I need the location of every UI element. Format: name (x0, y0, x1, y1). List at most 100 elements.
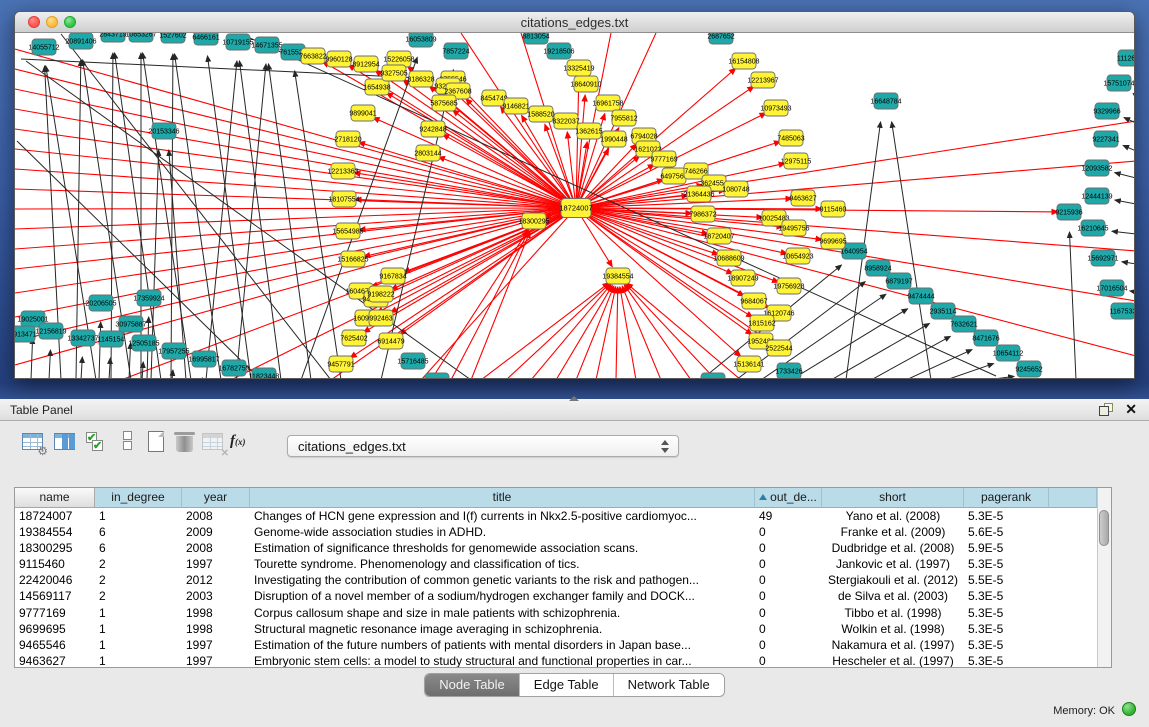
column-header-title[interactable]: title (250, 488, 755, 508)
table-row[interactable]: 969969511998Structural magnetic resonanc… (15, 621, 1097, 637)
table-cell-short[interactable]: Nakamura et al. (1997) (822, 637, 964, 653)
table-cell-short[interactable]: Jankovic et al. (1997) (822, 556, 964, 572)
table-selector-dropdown[interactable]: citations_edges.txt (287, 435, 679, 457)
table-cell-name[interactable]: 18300295 (15, 540, 95, 556)
table-cell-short[interactable]: Hescheler et al. (1997) (822, 653, 964, 667)
table-cell-pagerank[interactable]: 5.5E-5 (964, 572, 1049, 588)
table-cell-pagerank[interactable]: 5.3E-5 (964, 556, 1049, 572)
table-row[interactable]: 977716911998Corpus callosum shape and si… (15, 605, 1097, 621)
table-row[interactable]: 1938455462009Genome-wide association stu… (15, 524, 1097, 540)
table-cell-pagerank[interactable]: 5.9E-5 (964, 540, 1049, 556)
network-canvas[interactable]: 1405571220891406284371910653267152760264… (15, 33, 1134, 378)
table-cell-year[interactable]: 1998 (182, 605, 250, 621)
table-cell-short[interactable]: de Silva et al. (2003) (822, 588, 964, 604)
table-cell-pagerank[interactable]: 5.3E-5 (964, 588, 1049, 604)
table-cell-in-degree[interactable]: 2 (95, 556, 182, 572)
float-window-icon[interactable] (1099, 403, 1113, 416)
table-cell-year[interactable]: 2012 (182, 572, 250, 588)
table-cell-name[interactable]: 9115460 (15, 556, 95, 572)
column-header-in-degree[interactable]: in_degree (95, 488, 182, 508)
table-cell-title[interactable]: Changes of HCN gene expression and I(f) … (250, 508, 755, 524)
table-cell-name[interactable]: 19384554 (15, 524, 95, 540)
table-cell-year[interactable]: 1998 (182, 621, 250, 637)
table-cell-title[interactable]: Structural magnetic resonance image aver… (250, 621, 755, 637)
table-cell-in-degree[interactable]: 1 (95, 653, 182, 667)
table-cell-title[interactable]: Genome-wide association studies in ADHD. (250, 524, 755, 540)
column-header-out-de-[interactable]: out_de... (755, 488, 822, 508)
table-row[interactable]: 2242004622012Investigating the contribut… (15, 572, 1097, 588)
table-cell-out-de-[interactable]: 0 (755, 556, 822, 572)
table-cell-title[interactable]: Corpus callosum shape and size in male p… (250, 605, 755, 621)
table-row[interactable]: 1456911722003Disruption of a novel membe… (15, 588, 1097, 604)
table-row[interactable]: 911546021997Tourette syndrome. Phenomeno… (15, 556, 1097, 572)
table-cell-short[interactable]: Wolkin et al. (1998) (822, 621, 964, 637)
table-cell-pagerank[interactable]: 5.3E-5 (964, 621, 1049, 637)
table-cell-out-de-[interactable]: 49 (755, 508, 822, 524)
table-cell-year[interactable]: 2008 (182, 540, 250, 556)
tab-node-table[interactable]: Node Table (425, 674, 520, 696)
table-cell-title[interactable]: Investigating the contribution of common… (250, 572, 755, 588)
table-cell-title[interactable]: Embryonic stem cells: a model to study s… (250, 653, 755, 667)
table-cell-title[interactable]: Estimation of significance thresholds fo… (250, 540, 755, 556)
table-cell-year[interactable]: 1997 (182, 556, 250, 572)
table-cell-in-degree[interactable]: 6 (95, 540, 182, 556)
table-cell-short[interactable]: Tibbo et al. (1998) (822, 605, 964, 621)
row-stack-icon[interactable] (116, 429, 142, 455)
table-cell-in-degree[interactable]: 2 (95, 588, 182, 604)
delete-icon[interactable] (172, 429, 198, 455)
table-cell-out-de-[interactable]: 0 (755, 605, 822, 621)
vertical-scrollbar[interactable] (1097, 488, 1111, 667)
table-cell-year[interactable]: 2008 (182, 508, 250, 524)
close-panel-icon[interactable]: ✕ (1125, 401, 1137, 418)
show-columns-icon[interactable] (52, 429, 78, 455)
table-row[interactable]: 1872400712008Changes of HCN gene express… (15, 508, 1097, 524)
table-cell-short[interactable]: Franke et al. (2009) (822, 524, 964, 540)
table-cell-in-degree[interactable]: 2 (95, 572, 182, 588)
column-header-year[interactable]: year (182, 488, 250, 508)
table-cell-name[interactable]: 9465546 (15, 637, 95, 653)
table-cell-pagerank[interactable]: 5.3E-5 (964, 605, 1049, 621)
table-cell-name[interactable]: 9777169 (15, 605, 95, 621)
table-cell-name[interactable]: 22420046 (15, 572, 95, 588)
table-cell-in-degree[interactable]: 1 (95, 621, 182, 637)
table-cell-in-degree[interactable]: 1 (95, 605, 182, 621)
graph-node[interactable] (425, 373, 449, 378)
table-cell-short[interactable]: Stergiakouli et al. (2012) (822, 572, 964, 588)
graph-node[interactable] (701, 373, 725, 378)
memory-status-indicator[interactable] (1122, 702, 1136, 716)
table-cell-name[interactable]: 14569117 (15, 588, 95, 604)
table-cell-year[interactable]: 2009 (182, 524, 250, 540)
table-cell-pagerank[interactable]: 5.6E-5 (964, 524, 1049, 540)
table-cell-pagerank[interactable]: 5.3E-5 (964, 653, 1049, 667)
tab-network-table[interactable]: Network Table (614, 674, 724, 696)
table-cell-out-de-[interactable]: 0 (755, 637, 822, 653)
table-row[interactable]: 946554611997Estimation of the future num… (15, 637, 1097, 653)
table-row[interactable]: 1830029562008Estimation of significance … (15, 540, 1097, 556)
table-cell-out-de-[interactable]: 0 (755, 524, 822, 540)
table-cell-in-degree[interactable]: 1 (95, 637, 182, 653)
table-cell-out-de-[interactable]: 0 (755, 621, 822, 637)
select-all-rows-icon[interactable]: ✔ ✔ (84, 429, 110, 455)
table-cell-short[interactable]: Dudbridge et al. (2008) (822, 540, 964, 556)
table-cell-pagerank[interactable]: 5.3E-5 (964, 508, 1049, 524)
table-cell-in-degree[interactable]: 6 (95, 524, 182, 540)
new-file-icon[interactable] (144, 429, 170, 455)
column-header-short[interactable]: short (822, 488, 964, 508)
table-cell-out-de-[interactable]: 0 (755, 540, 822, 556)
column-header-name[interactable]: name (15, 488, 95, 508)
table-cell-out-de-[interactable]: 0 (755, 572, 822, 588)
table-cell-pagerank[interactable]: 5.3E-5 (964, 637, 1049, 653)
table-cell-name[interactable]: 18724007 (15, 508, 95, 524)
table-cell-year[interactable]: 2003 (182, 588, 250, 604)
table-cell-year[interactable]: 1997 (182, 637, 250, 653)
table-cell-year[interactable]: 1997 (182, 653, 250, 667)
table-cell-out-de-[interactable]: 0 (755, 588, 822, 604)
table-settings-icon[interactable]: ⚙ (20, 429, 46, 455)
table-cell-in-degree[interactable]: 1 (95, 508, 182, 524)
table-cell-title[interactable]: Estimation of the future numbers of pati… (250, 637, 755, 653)
table-cell-name[interactable]: 9463627 (15, 653, 95, 667)
table-cell-short[interactable]: Yano et al. (2008) (822, 508, 964, 524)
panel-divider-handle[interactable] (569, 396, 579, 401)
table-cell-name[interactable]: 9699695 (15, 621, 95, 637)
function-builder-icon[interactable]: f(x) (230, 432, 256, 458)
